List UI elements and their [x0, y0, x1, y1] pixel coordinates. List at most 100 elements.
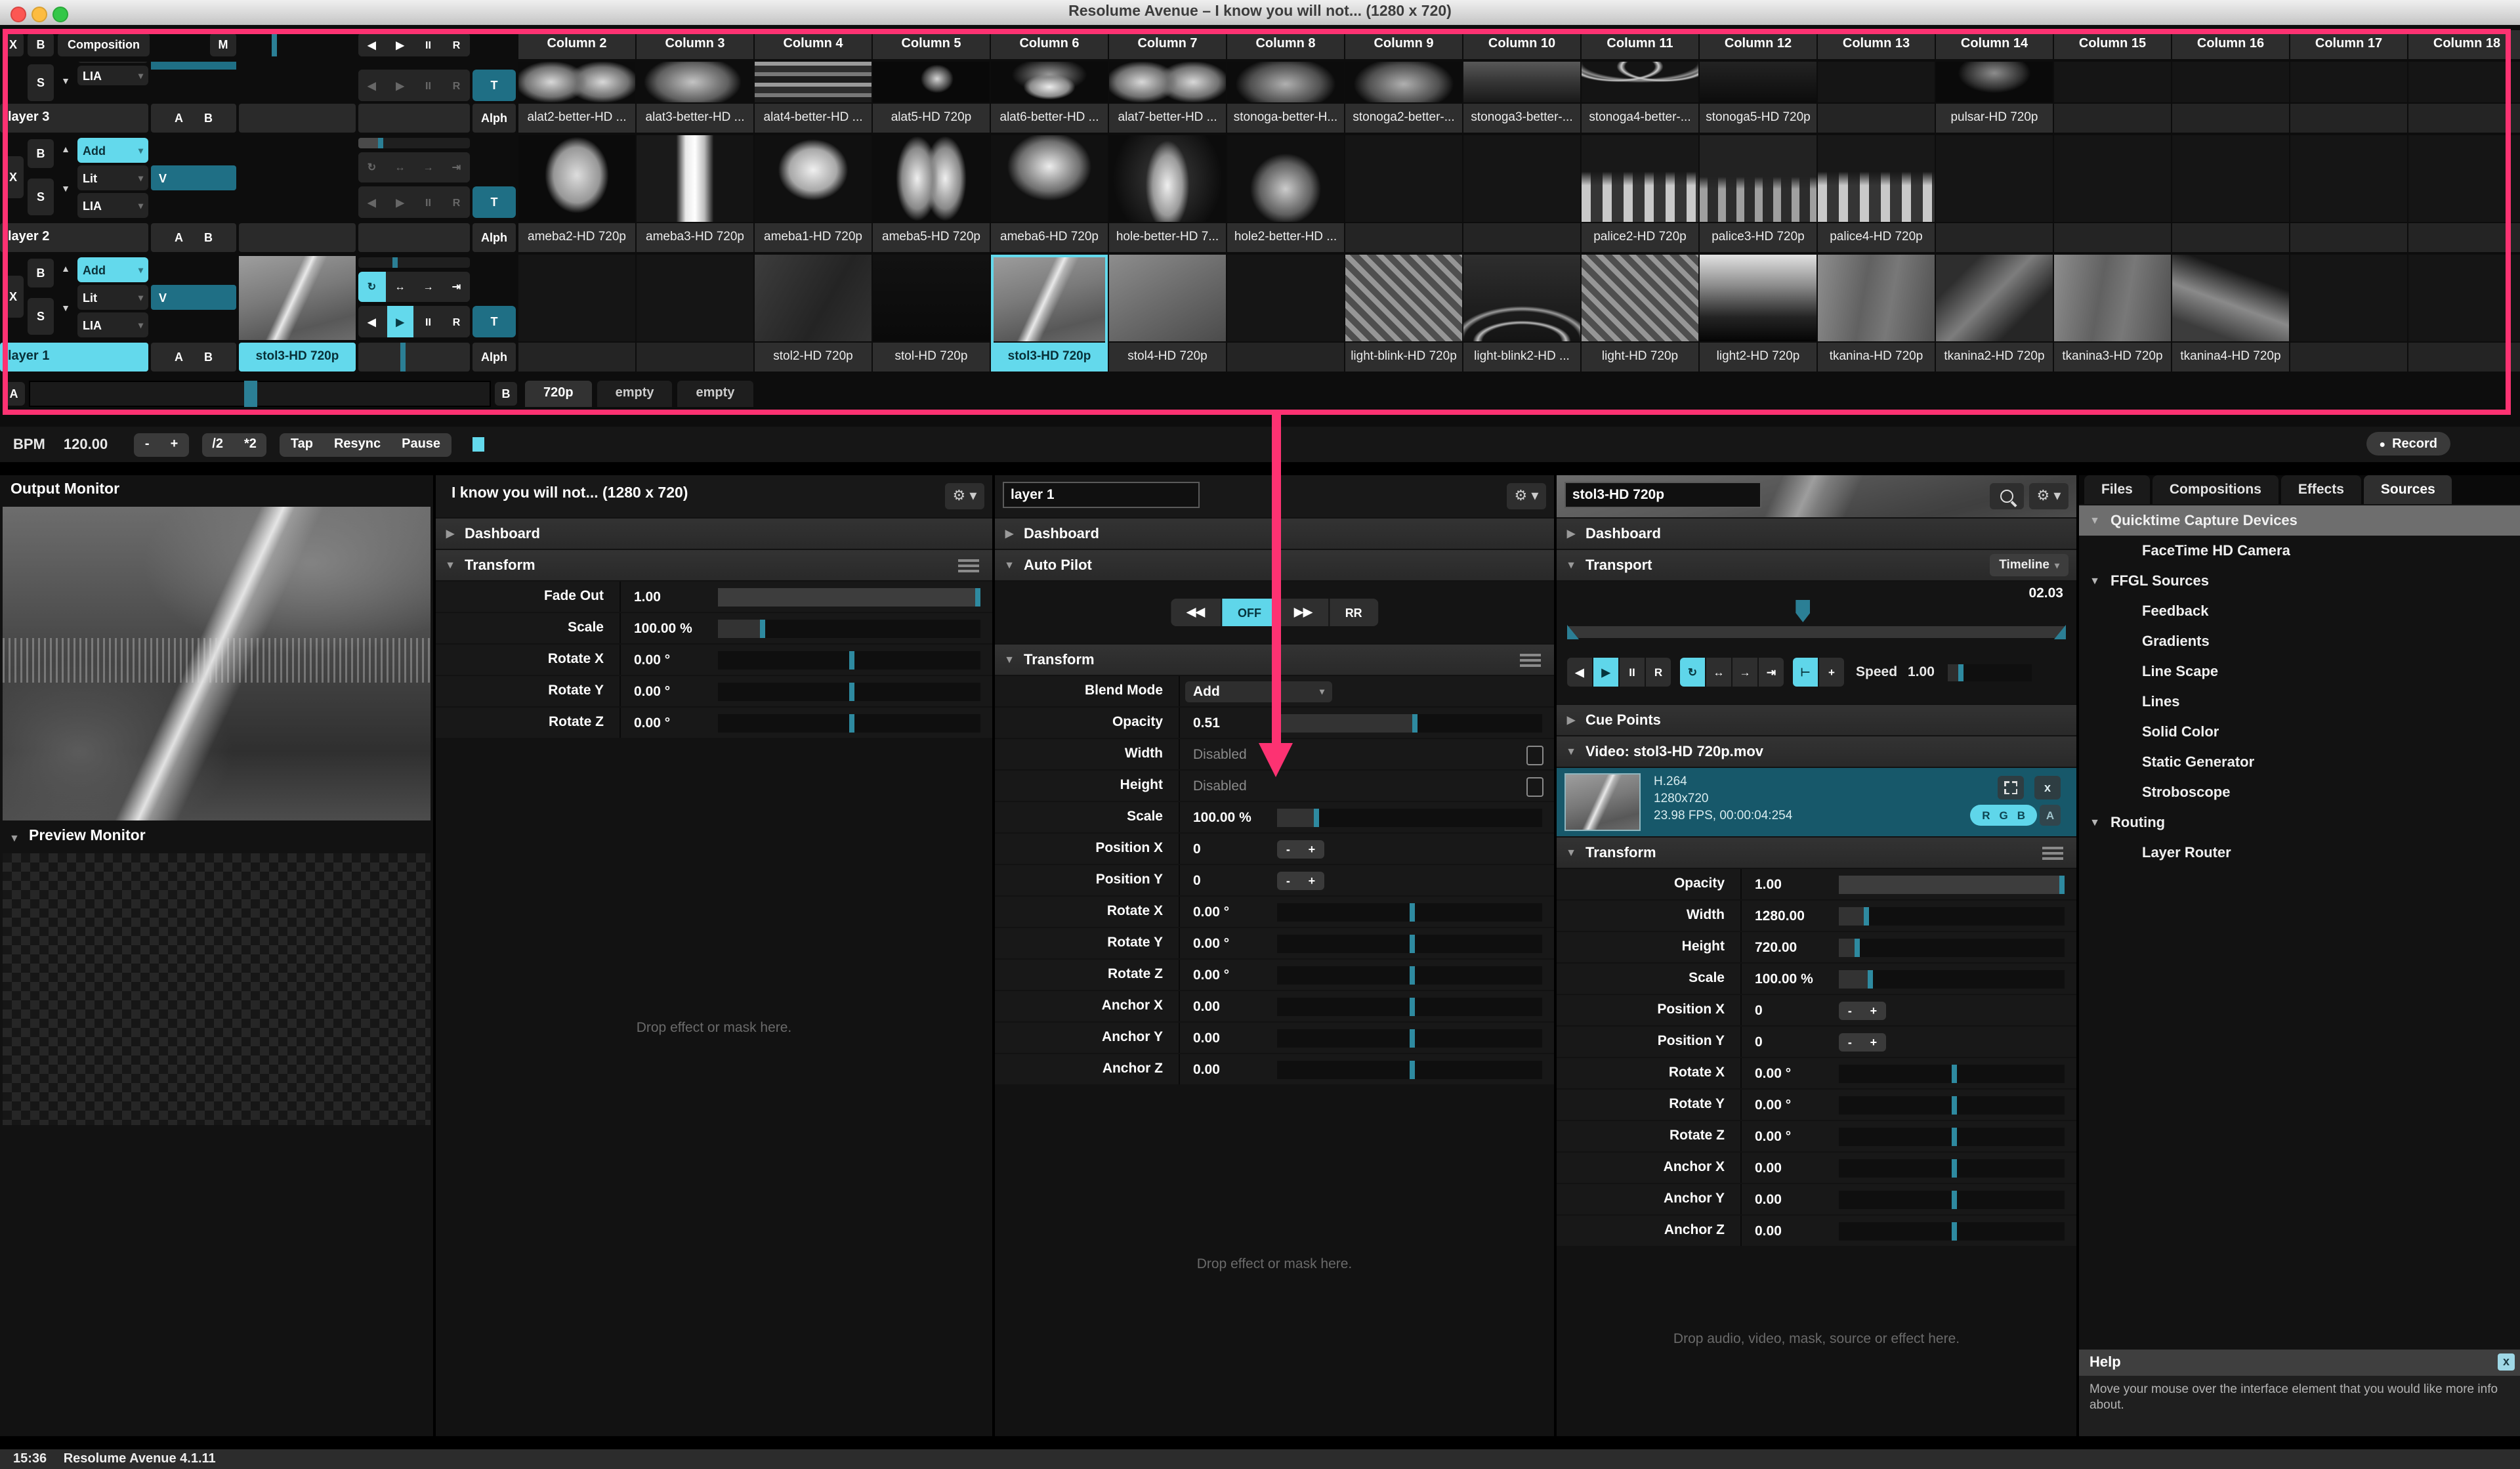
hamburger-icon[interactable] — [2042, 847, 2063, 862]
column-header-column-12[interactable]: Column 12 — [1700, 30, 1816, 59]
clip-cell-empty[interactable] — [1345, 135, 1462, 252]
layer1-blend-dropdown[interactable]: Lit▾ — [77, 285, 148, 310]
param-slider[interactable] — [1839, 1127, 2065, 1145]
speed-slider[interactable] — [1948, 664, 2032, 681]
param-value[interactable]: 0.00 — [1742, 1223, 1834, 1239]
param-value[interactable]: 0.00 — [1180, 1061, 1272, 1077]
slider-thumb[interactable] — [975, 587, 980, 606]
alpha-channel-button[interactable]: A — [2040, 805, 2061, 826]
clip-cell-stonoga2-better[interactable]: stonoga2-better-... — [1345, 62, 1462, 133]
slider-thumb[interactable] — [1410, 997, 1415, 1015]
param-value[interactable]: 0.00 ° — [1180, 935, 1272, 951]
clip-cell-palice3-hd-720p[interactable]: palice3-HD 720p — [1700, 135, 1816, 252]
value-stepper[interactable]: -+ — [1839, 1033, 1886, 1051]
composition-clear-button[interactable]: X — [3, 33, 24, 56]
clip-cell-pulsar-hd-720p[interactable]: pulsar-HD 720p — [1936, 62, 2053, 133]
composition-transport-button-0[interactable]: ◀ — [358, 33, 385, 56]
stepper-minus[interactable]: - — [1848, 1004, 1852, 1017]
chevron-down-icon[interactable]: ▼ — [56, 185, 75, 194]
layer3-fader-bar[interactable] — [151, 62, 236, 70]
section-transform[interactable]: ▼Transform — [1557, 838, 2076, 868]
param-checkbox[interactable] — [1526, 746, 1544, 765]
clip-cell-stol2-hd-720p[interactable]: stol2-HD 720p — [755, 255, 872, 372]
autopilot-button-2[interactable]: ▶▶ — [1278, 599, 1328, 626]
clip-cell-empty[interactable] — [2290, 62, 2407, 133]
clip-cell-alat2-better-hd[interactable]: alat2-better-HD ... — [518, 62, 635, 133]
clip-cell-empty[interactable] — [1936, 135, 2053, 252]
layer2-transport-button-0[interactable]: ◀ — [358, 186, 385, 218]
param-slider[interactable] — [718, 713, 980, 732]
layer2-video-fader[interactable]: V — [151, 165, 236, 190]
composition-master-button[interactable]: M — [210, 33, 236, 56]
hamburger-icon[interactable] — [1520, 654, 1541, 670]
clip-cell-tkanina-hd-720p[interactable]: tkanina-HD 720p — [1818, 255, 1935, 372]
crossfader-track[interactable] — [29, 381, 491, 407]
bpm-tempo-button-1[interactable]: Resync — [324, 437, 391, 452]
tree-group-ffgl-sources[interactable]: ▼FFGL Sources — [2079, 566, 2520, 596]
slider-thumb[interactable] — [1952, 1222, 1957, 1240]
clip-cell-stol3-hd-720p[interactable]: stol3-HD 720p — [991, 255, 1108, 372]
clip-cell-empty[interactable] — [2408, 62, 2520, 133]
tree-group-quicktime-capture-devices[interactable]: ▼Quicktime Capture Devices — [2079, 505, 2520, 536]
param-slider[interactable] — [1277, 934, 1542, 952]
layer1-transport-button-2[interactable]: II — [415, 306, 442, 337]
clip-cell-alat6-better-hd[interactable]: alat6-better-HD ... — [991, 62, 1108, 133]
slider-thumb[interactable] — [1410, 903, 1415, 921]
tree-item-solid-color[interactable]: Solid Color — [2079, 717, 2520, 747]
layer2-transport-button-3[interactable]: R — [443, 186, 470, 218]
slider-thumb[interactable] — [849, 682, 854, 700]
slider-thumb[interactable] — [1952, 1096, 1957, 1114]
param-value[interactable]: 0.00 ° — [1742, 1097, 1834, 1113]
trim-in-handle[interactable] — [1567, 625, 1579, 639]
clip-name-input[interactable] — [1564, 482, 1761, 508]
param-slider[interactable] — [1277, 1029, 1542, 1047]
layer3-name[interactable]: layer 3 — [0, 104, 148, 133]
layer2-loopmode-button-2[interactable]: → — [415, 152, 442, 182]
param-value[interactable]: 100.00 % — [1742, 971, 1834, 987]
value-stepper[interactable]: -+ — [1277, 840, 1324, 858]
layer3-blend-dropdown[interactable]: Lit▾ — [77, 62, 148, 63]
param-value[interactable]: 0.00 ° — [621, 652, 713, 668]
hamburger-icon[interactable] — [958, 559, 979, 575]
param-slider[interactable] — [718, 587, 980, 606]
param-slider[interactable] — [1277, 1060, 1542, 1078]
clip-cell-hole-better-hd-7[interactable]: hole-better-HD 7... — [1109, 135, 1226, 252]
param-value[interactable]: 1.00 — [621, 589, 713, 605]
tab-sources[interactable]: Sources — [2364, 475, 2452, 504]
gear-icon[interactable]: ⚙ ▾ — [2029, 483, 2068, 509]
section-transform[interactable]: ▼Transform — [436, 550, 992, 580]
layer1-name[interactable]: layer 1 — [0, 343, 148, 372]
stepper-plus[interactable]: + — [1870, 1004, 1878, 1017]
param-slider[interactable] — [1277, 966, 1542, 984]
chevron-down-icon[interactable]: ▼ — [56, 305, 75, 314]
layer3-thumbnail-toggle[interactable]: T — [472, 70, 516, 101]
tab-effects[interactable]: Effects — [2281, 475, 2361, 504]
layer-name-input[interactable] — [1003, 482, 1200, 508]
chevron-up-icon[interactable]: ▲ — [56, 265, 75, 274]
column-header-column-3[interactable]: Column 3 — [637, 30, 753, 59]
layer2-thumbnail-toggle[interactable]: T — [472, 186, 516, 218]
bpm-halve-double-button-1[interactable]: *2 — [234, 437, 267, 452]
param-value[interactable]: 0 — [1180, 841, 1272, 857]
param-value[interactable]: 0 — [1180, 872, 1272, 888]
stepper-minus[interactable]: - — [1848, 1035, 1852, 1048]
fullscreen-button[interactable] — [1998, 776, 2024, 799]
value-stepper[interactable]: -+ — [1839, 1001, 1886, 1019]
param-value[interactable]: 0.51 — [1180, 715, 1272, 731]
clip-loopmode-button-2[interactable]: → — [1732, 658, 1757, 687]
rgb-channels-button[interactable]: RGB — [1970, 805, 2037, 826]
section-dashboard[interactable]: ▶Dashboard — [436, 519, 992, 549]
param-value[interactable]: 0.00 ° — [1180, 967, 1272, 983]
param-slider[interactable] — [1839, 1190, 2065, 1208]
param-checkbox[interactable] — [1526, 777, 1544, 797]
layer3-alpha-label[interactable]: Alph — [472, 104, 516, 133]
column-header-column-17[interactable]: Column 17 — [2290, 30, 2407, 59]
bpm-value[interactable]: 120.00 — [64, 436, 121, 452]
tree-item-line-scape[interactable]: Line Scape — [2079, 656, 2520, 687]
clip-cell-palice4-hd-720p[interactable]: palice4-HD 720p — [1818, 135, 1935, 252]
layer3-solo-button[interactable]: S — [28, 64, 54, 101]
bpm-nudge-button-1[interactable]: + — [160, 437, 189, 452]
layer1-transport-button-0[interactable]: ◀ — [358, 306, 385, 337]
layer1-clear-button[interactable]: X — [3, 276, 24, 318]
section-dashboard[interactable]: ▶Dashboard — [1557, 519, 2076, 549]
